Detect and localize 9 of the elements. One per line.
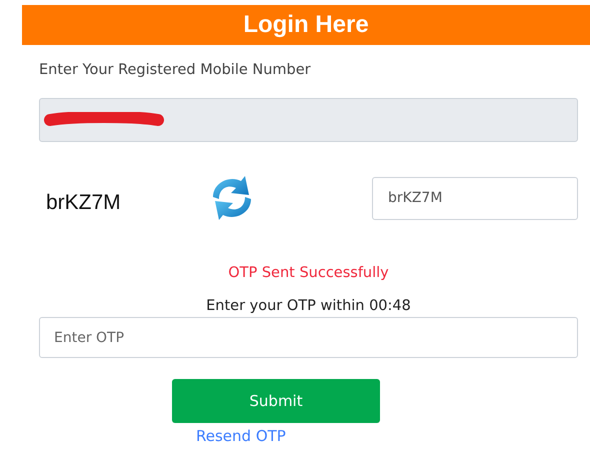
mobile-label: Enter Your Registered Mobile Number: [39, 62, 311, 78]
login-title: Login Here: [243, 11, 369, 39]
resend-otp-link[interactable]: Resend OTP: [196, 427, 286, 445]
status-message: OTP Sent Successfully: [228, 265, 389, 281]
captcha-input[interactable]: brKZ7M: [372, 176, 578, 220]
submit-button[interactable]: Submit: [172, 379, 380, 423]
otp-input[interactable]: Enter OTP: [39, 317, 578, 358]
otp-timer-text: Enter your OTP within 00:48: [206, 298, 411, 314]
captcha-code: brKZ7M: [46, 191, 121, 215]
